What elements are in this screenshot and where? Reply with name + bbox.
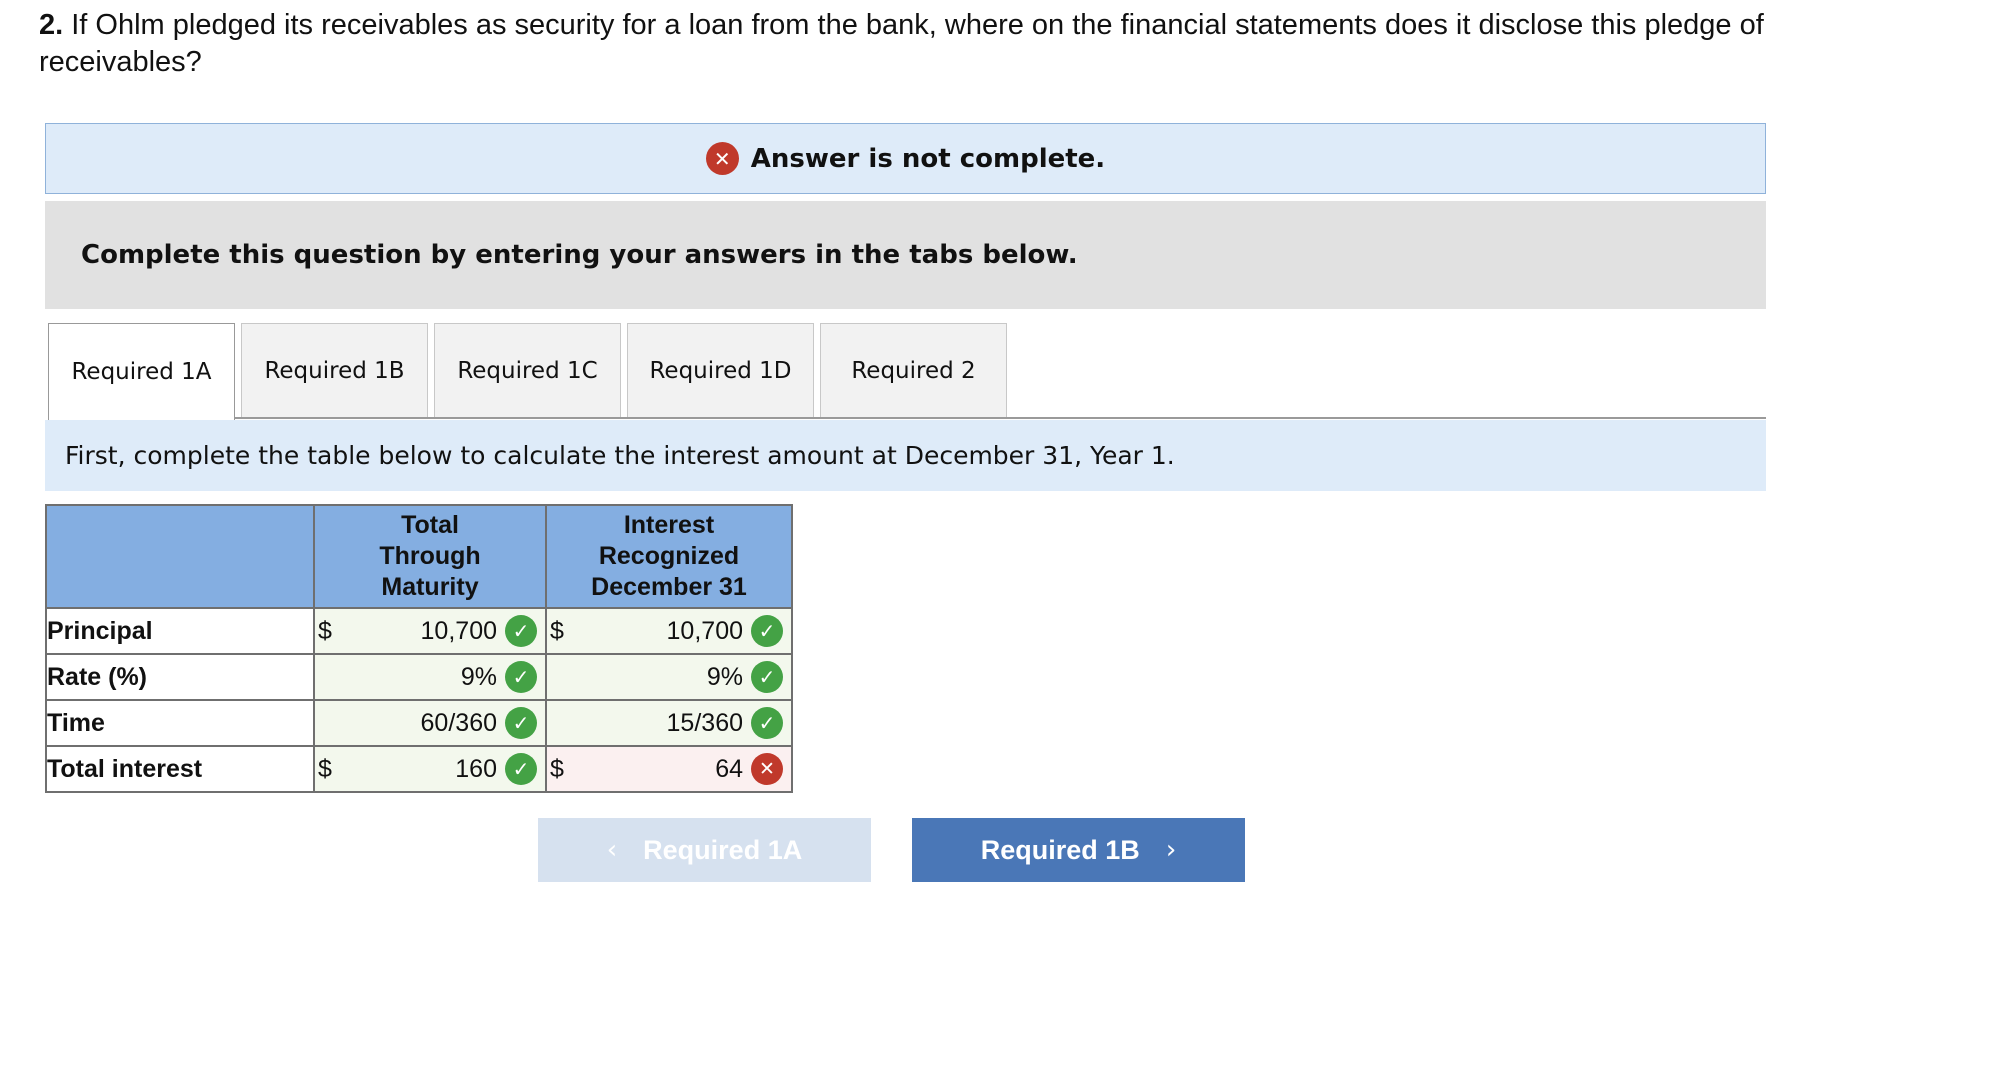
prev-button-label: Required 1A	[643, 834, 803, 865]
instructions-box: Complete this question by entering your …	[45, 201, 1766, 309]
check-icon: ✓	[751, 615, 783, 647]
row-label: Time	[45, 699, 315, 747]
table-row-principal: Principal $ 10,700 ✓ $ 10,700 ✓	[45, 607, 793, 655]
tab-required-1a[interactable]: Required 1A	[48, 323, 235, 420]
header-label-column	[45, 504, 315, 609]
cell-value: 60/360	[420, 708, 497, 737]
row-label: Principal	[45, 607, 315, 655]
check-icon: ✓	[505, 661, 537, 693]
rate-interest-field[interactable]: 9% ✓	[545, 653, 793, 701]
answer-status-banner: ✕ Answer is not complete.	[45, 123, 1766, 194]
principal-interest-field[interactable]: $ 10,700 ✓	[545, 607, 793, 655]
table-row-time: Time 60/360 ✓ 15/360 ✓	[45, 699, 793, 747]
prev-button[interactable]: ‹ Required 1A	[538, 818, 871, 882]
principal-total-field[interactable]: $ 10,700 ✓	[313, 607, 547, 655]
tab-divider	[48, 417, 1766, 419]
tab-required-1c[interactable]: Required 1C	[434, 323, 621, 418]
x-circle-icon: ✕	[705, 142, 739, 175]
cell-value: 9%	[460, 662, 497, 691]
header-interest-text: Interest Recognized December 31	[591, 511, 747, 601]
tab-required-1b[interactable]: Required 1B	[241, 323, 428, 418]
check-icon: ✓	[505, 615, 537, 647]
check-icon: ✓	[751, 707, 783, 739]
currency-symbol: $	[550, 754, 564, 783]
question-body: If Ohlm pledged its receivables as secur…	[39, 9, 1764, 78]
table-row-total-interest: Total interest $ 160 ✓ $ 64 ✕	[45, 745, 793, 793]
answer-status-text: Answer is not complete.	[750, 143, 1106, 174]
question-number: 2.	[39, 9, 64, 41]
check-icon: ✓	[505, 707, 537, 739]
row-label: Total interest	[45, 745, 315, 793]
total-interest-interest-field[interactable]: $ 64 ✕	[545, 745, 793, 793]
table-header-row: Total Through Maturity Interest Recogniz…	[45, 504, 793, 609]
total-interest-total-field[interactable]: $ 160 ✓	[313, 745, 547, 793]
interest-table: Total Through Maturity Interest Recogniz…	[45, 504, 793, 793]
cell-value: 64	[715, 754, 743, 783]
tab-required-2[interactable]: Required 2	[820, 323, 1007, 418]
time-total-field[interactable]: 60/360 ✓	[313, 699, 547, 747]
cell-value: 10,700	[666, 616, 743, 645]
sub-instructions-text: First, complete the table below to calcu…	[65, 441, 1175, 470]
x-circle-icon: ✕	[751, 753, 783, 785]
cell-value: 15/360	[666, 708, 743, 737]
tab-required-1d[interactable]: Required 1D	[627, 323, 814, 418]
cell-value: 160	[455, 754, 497, 783]
time-interest-field[interactable]: 15/360 ✓	[545, 699, 793, 747]
rate-total-field[interactable]: 9% ✓	[313, 653, 547, 701]
currency-symbol: $	[318, 754, 332, 783]
header-total-through-maturity: Total Through Maturity	[313, 504, 547, 609]
header-total-text: Total Through Maturity	[379, 511, 481, 601]
question-text: 2. If Ohlm pledged its receivables as se…	[39, 7, 1919, 81]
currency-symbol: $	[318, 616, 332, 645]
currency-symbol: $	[550, 616, 564, 645]
chevron-right-icon: ›	[1165, 835, 1177, 865]
cell-value: 9%	[706, 662, 743, 691]
table-row-rate: Rate (%) 9% ✓ 9% ✓	[45, 653, 793, 701]
cell-value: 10,700	[420, 616, 497, 645]
row-label: Rate (%)	[45, 653, 315, 701]
instructions-text: Complete this question by entering your …	[81, 240, 1078, 270]
sub-instructions: First, complete the table below to calcu…	[45, 420, 1766, 491]
header-interest-recognized: Interest Recognized December 31	[545, 504, 793, 609]
check-icon: ✓	[505, 753, 537, 785]
next-button[interactable]: Required 1B ›	[912, 818, 1245, 882]
chevron-left-icon: ‹	[606, 835, 618, 865]
next-button-label: Required 1B	[980, 834, 1140, 865]
check-icon: ✓	[751, 661, 783, 693]
